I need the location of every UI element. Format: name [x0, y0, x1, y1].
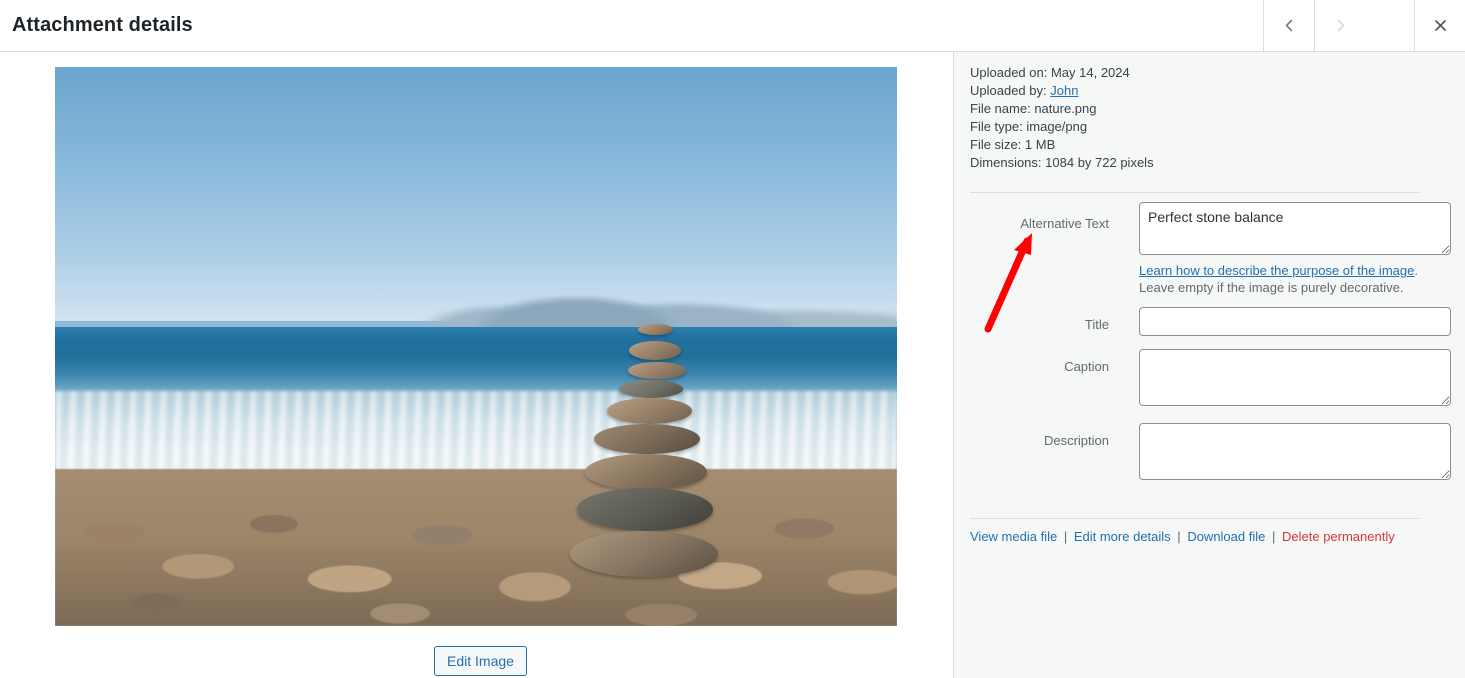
attachment-details-modal: Attachment details Edit Image Uploaded o…: [0, 0, 1465, 678]
meta-value-file-type: image/png: [1026, 119, 1088, 134]
photo-pebble-layer: [55, 469, 897, 626]
photo-mountain-layer: [55, 296, 897, 330]
attachment-image: [55, 67, 897, 626]
photo-sea-layer: [55, 326, 897, 400]
page-title: Attachment details: [12, 14, 193, 36]
meta-label-dimensions: Dimensions:: [970, 155, 1042, 170]
cairn-stone: [577, 488, 714, 531]
meta-row-file-name: File name: nature.png: [970, 100, 1430, 118]
chevron-right-icon: [1332, 17, 1349, 34]
caption-label: Caption: [1064, 359, 1109, 374]
cairn-stone: [570, 530, 719, 577]
meta-value-file-name: nature.png: [1034, 101, 1097, 116]
action-separator: |: [1063, 529, 1068, 544]
alt-text-input[interactable]: Perfect stone balance: [1139, 202, 1451, 255]
delete-permanently-link[interactable]: Delete permanently: [1282, 529, 1395, 544]
cairn-stone: [585, 453, 707, 490]
cairn-stone: [629, 340, 682, 360]
attachment-metadata-list: Uploaded on: May 14, 2024 Uploaded by: J…: [970, 64, 1430, 172]
modal-header: Attachment details: [0, 0, 1465, 52]
action-separator: |: [1177, 529, 1181, 544]
meta-value-uploaded-on: May 14, 2024: [1050, 65, 1130, 80]
attachment-details-sidebar: Uploaded on: May 14, 2024 Uploaded by: J…: [953, 52, 1465, 678]
close-button[interactable]: [1414, 0, 1465, 51]
edit-image-button[interactable]: Edit Image: [434, 646, 527, 676]
meta-value-file-size: 1 MB: [1024, 137, 1056, 152]
divider-bottom: [970, 518, 1419, 519]
uploader-link[interactable]: John: [1050, 83, 1078, 98]
meta-row-dimensions: Dimensions: 1084 by 722 pixels: [970, 154, 1430, 172]
cairn-stone: [607, 397, 692, 424]
close-icon: [1432, 17, 1449, 34]
attachment-actions: View media file | Edit more details | Do…: [970, 528, 1395, 546]
divider-top: [970, 192, 1419, 193]
action-separator: |: [1271, 529, 1276, 544]
cairn-stone: [619, 380, 684, 398]
cairn-stone: [593, 423, 700, 454]
next-attachment-button[interactable]: [1314, 0, 1365, 51]
meta-row-uploaded-on: Uploaded on: May 14, 2024: [970, 64, 1430, 82]
meta-label-file-type: File type:: [970, 119, 1023, 134]
meta-value-dimensions: 1084 by 722 pixels: [1045, 155, 1154, 170]
title-input[interactable]: [1139, 307, 1451, 336]
description-input[interactable]: [1139, 423, 1451, 480]
chevron-left-icon: [1281, 17, 1298, 34]
alt-text-help: Learn how to describe the purpose of the…: [1139, 262, 1439, 296]
meta-row-uploaded-by: Uploaded by: John: [970, 82, 1430, 100]
alt-text-label: Alternative Text: [1020, 216, 1109, 231]
attachment-preview-pane: Edit Image: [0, 52, 953, 678]
description-label: Description: [1043, 433, 1109, 448]
meta-label-uploaded-by: Uploaded by:: [970, 83, 1047, 98]
meta-label-uploaded-on: Uploaded on:: [970, 65, 1048, 80]
download-file-link[interactable]: Download file: [1187, 529, 1265, 544]
alt-text-help-link[interactable]: Learn how to describe the purpose of the…: [1139, 263, 1414, 278]
previous-attachment-button[interactable]: [1263, 0, 1314, 51]
meta-label-file-name: File name:: [970, 101, 1031, 116]
meta-label-file-size: File size:: [970, 137, 1022, 152]
title-label: Title: [1084, 317, 1109, 332]
caption-input[interactable]: [1139, 349, 1451, 406]
view-media-file-link[interactable]: View media file: [970, 529, 1057, 544]
meta-row-file-type: File type: image/png: [970, 118, 1430, 136]
meta-row-file-size: File size: 1 MB: [970, 136, 1430, 154]
edit-more-details-link[interactable]: Edit more details: [1074, 529, 1171, 544]
photo-sky-layer: [55, 67, 897, 322]
